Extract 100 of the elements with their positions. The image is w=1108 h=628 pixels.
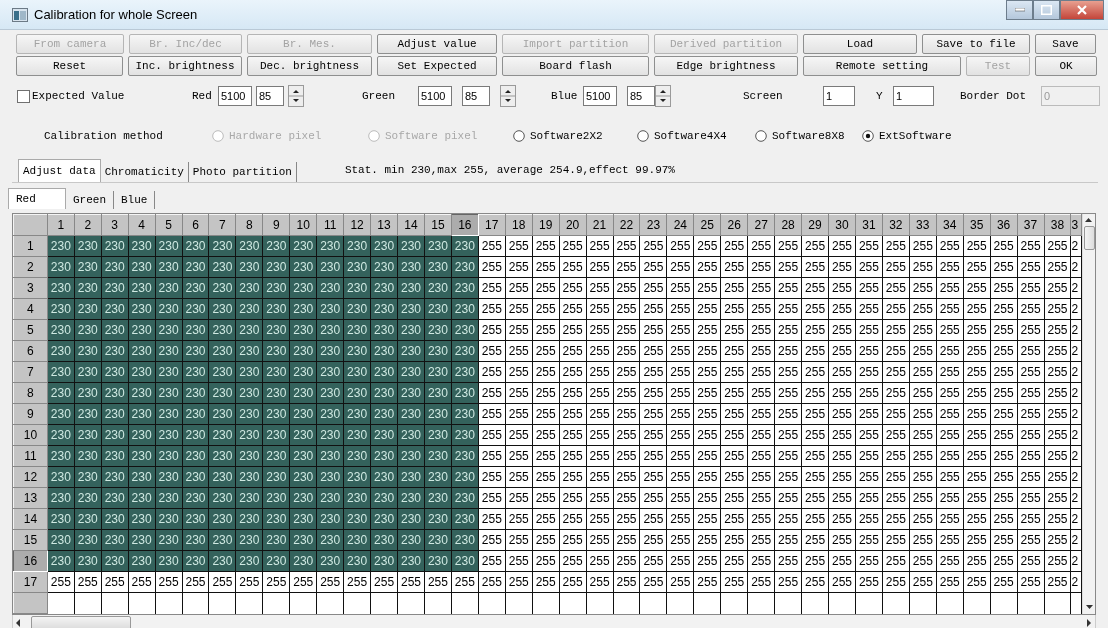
table-cell[interactable]: 255 xyxy=(963,487,991,509)
table-cell[interactable]: 255 xyxy=(478,319,506,341)
table-cell[interactable]: 255 xyxy=(882,298,910,320)
table-cell[interactable]: 255 xyxy=(828,235,856,257)
table-cell[interactable]: 255 xyxy=(936,487,964,509)
table-cell[interactable]: 255 xyxy=(47,571,75,593)
table-cell[interactable]: 255 xyxy=(963,466,991,488)
table-cell[interactable]: 255 xyxy=(828,340,856,362)
table-cell[interactable]: 255 xyxy=(1044,403,1071,425)
table-cell[interactable]: 255 xyxy=(855,361,883,383)
table-cell[interactable]: 255 xyxy=(505,571,533,593)
table-cell[interactable]: 2 xyxy=(1070,487,1082,509)
table-cell[interactable]: 255 xyxy=(828,424,856,446)
row-header[interactable]: 10 xyxy=(13,424,48,446)
table-cell[interactable]: 255 xyxy=(613,424,640,446)
table-cell[interactable]: 255 xyxy=(990,361,1018,383)
table-cell[interactable]: 255 xyxy=(559,424,587,446)
table-cell[interactable]: 255 xyxy=(828,403,856,425)
table-cell[interactable]: 255 xyxy=(478,445,506,467)
table-cell[interactable]: 255 xyxy=(909,466,937,488)
table-cell[interactable]: 255 xyxy=(1017,235,1044,257)
table-cell[interactable]: 255 xyxy=(1044,235,1071,257)
table-cell[interactable]: 255 xyxy=(936,550,964,572)
table-cell[interactable]: 255 xyxy=(478,529,506,551)
table-cell[interactable]: 255 xyxy=(586,382,613,404)
table-cell[interactable]: 255 xyxy=(586,298,613,320)
table-cell[interactable]: 255 xyxy=(586,235,613,257)
table-cell[interactable]: 255 xyxy=(559,487,587,509)
table-cell[interactable]: 255 xyxy=(505,382,533,404)
table-cell[interactable]: 2 xyxy=(1070,340,1082,362)
table-cell[interactable]: 255 xyxy=(909,445,937,467)
table-cell[interactable]: 255 xyxy=(586,508,613,530)
column-header[interactable]: 18 xyxy=(505,214,533,236)
table-cell[interactable]: 255 xyxy=(1044,508,1071,530)
table-cell[interactable]: 255 xyxy=(747,319,775,341)
table-cell[interactable]: 255 xyxy=(720,403,748,425)
table-cell[interactable]: 255 xyxy=(478,382,506,404)
toolbar-button[interactable]: Inc. brightness xyxy=(128,56,242,76)
table-cell[interactable]: 255 xyxy=(451,571,479,593)
table-cell[interactable]: 255 xyxy=(693,382,721,404)
table-cell[interactable]: 255 xyxy=(855,256,883,278)
table-cell[interactable]: 255 xyxy=(478,256,506,278)
table-cell[interactable]: 255 xyxy=(559,529,587,551)
table-cell[interactable]: 2 xyxy=(1070,403,1082,425)
table-cell[interactable]: 255 xyxy=(936,256,964,278)
table-cell[interactable]: 255 xyxy=(505,487,533,509)
table-cell[interactable]: 255 xyxy=(801,529,829,551)
table-cell[interactable]: 255 xyxy=(559,235,587,257)
table-cell[interactable]: 255 xyxy=(478,508,506,530)
table-cell[interactable]: 255 xyxy=(559,298,587,320)
table-cell[interactable]: 255 xyxy=(505,340,533,362)
table-cell[interactable]: 255 xyxy=(559,382,587,404)
table-cell[interactable]: 255 xyxy=(936,235,964,257)
table-cell[interactable]: 255 xyxy=(639,319,667,341)
column-header[interactable]: 1 xyxy=(47,214,75,236)
table-cell[interactable]: 255 xyxy=(801,403,829,425)
table-cell[interactable]: 255 xyxy=(613,487,640,509)
table-cell[interactable]: 255 xyxy=(639,340,667,362)
table-cell[interactable]: 255 xyxy=(693,403,721,425)
row-header[interactable]: 13 xyxy=(13,487,48,509)
table-cell[interactable]: 255 xyxy=(639,361,667,383)
table-cell[interactable]: 255 xyxy=(289,571,317,593)
table-cell[interactable]: 255 xyxy=(666,319,694,341)
table-cell[interactable]: 255 xyxy=(855,319,883,341)
vertical-scrollbar[interactable] xyxy=(1082,214,1095,614)
table-cell[interactable]: 255 xyxy=(532,550,560,572)
table-cell[interactable]: 255 xyxy=(693,424,721,446)
table-cell[interactable]: 255 xyxy=(855,571,883,593)
table-cell[interactable]: 255 xyxy=(532,319,560,341)
table-cell[interactable]: 255 xyxy=(963,298,991,320)
table-cell[interactable]: 255 xyxy=(990,487,1018,509)
table-cell[interactable]: 255 xyxy=(478,235,506,257)
table-cell[interactable]: 255 xyxy=(774,571,802,593)
table-cell[interactable]: 255 xyxy=(505,319,533,341)
table-cell[interactable]: 255 xyxy=(747,256,775,278)
table-cell[interactable]: 255 xyxy=(478,340,506,362)
table-cell[interactable]: 255 xyxy=(720,487,748,509)
table-cell[interactable]: 255 xyxy=(586,340,613,362)
table-cell[interactable]: 255 xyxy=(693,340,721,362)
table-cell[interactable]: 255 xyxy=(990,466,1018,488)
column-header[interactable]: 13 xyxy=(370,214,398,236)
table-cell[interactable]: 255 xyxy=(936,319,964,341)
column-header[interactable]: 27 xyxy=(747,214,775,236)
table-cell[interactable]: 255 xyxy=(1017,424,1044,446)
table-cell[interactable]: 255 xyxy=(909,382,937,404)
table-cell[interactable]: 255 xyxy=(990,424,1018,446)
table-cell[interactable]: 255 xyxy=(720,361,748,383)
table-cell[interactable]: 255 xyxy=(747,487,775,509)
toolbar-button[interactable]: Edge brightness xyxy=(654,56,798,76)
table-cell[interactable]: 255 xyxy=(532,382,560,404)
column-header[interactable]: 26 xyxy=(720,214,748,236)
tab[interactable]: Red xyxy=(8,188,66,209)
row-header[interactable]: 1 xyxy=(13,235,48,257)
table-cell[interactable]: 255 xyxy=(666,424,694,446)
table-cell[interactable]: 255 xyxy=(909,235,937,257)
column-header[interactable]: 4 xyxy=(128,214,156,236)
column-header[interactable]: 16 xyxy=(451,214,479,236)
input-field[interactable]: 85 xyxy=(462,86,490,106)
column-header[interactable]: 8 xyxy=(235,214,263,236)
column-header[interactable]: 34 xyxy=(936,214,964,236)
